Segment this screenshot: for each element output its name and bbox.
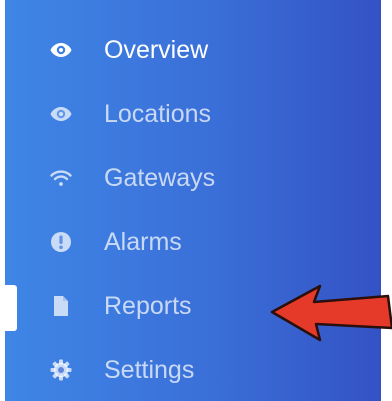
gear-icon <box>49 358 73 382</box>
wifi-icon <box>49 166 73 190</box>
sidebar-item-label: Alarms <box>104 227 182 256</box>
eye-icon <box>49 102 73 126</box>
sidebar-item-alarms[interactable]: Alarms <box>5 218 305 266</box>
sidebar-item-label: Overview <box>104 35 209 64</box>
sidebar-item-label: Locations <box>104 99 212 128</box>
sidebar-item-locations[interactable]: Locations <box>5 90 305 138</box>
sidebar-item-label: Gateways <box>104 163 216 192</box>
sidebar-item-reports[interactable]: Reports <box>5 282 305 330</box>
alert-circle-icon <box>49 230 73 254</box>
annotation-arrow <box>270 284 392 342</box>
screenshot-canvas: Overview Locations Gateways Alarms Repor… <box>0 0 392 401</box>
file-icon <box>49 294 73 318</box>
sidebar-item-label: Reports <box>104 291 192 320</box>
eye-icon <box>49 38 73 62</box>
sidebar-item-settings[interactable]: Settings <box>5 346 305 394</box>
sidebar-item-label: Settings <box>104 355 195 384</box>
sidebar-item-gateways[interactable]: Gateways <box>5 154 305 202</box>
sidebar-item-overview[interactable]: Overview <box>5 26 305 74</box>
